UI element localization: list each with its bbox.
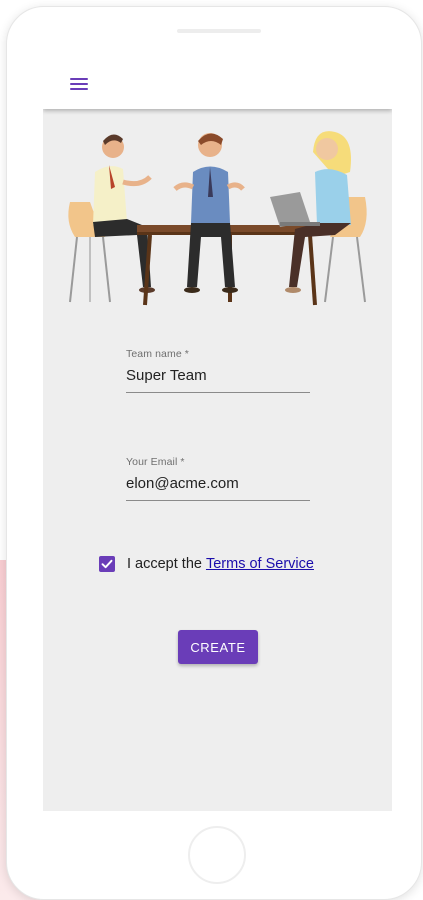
team-name-field[interactable]: Team name * — [126, 347, 310, 393]
app-screen: Team name * Your Email * I accept the Te… — [43, 57, 392, 811]
team-name-label: Team name * — [126, 348, 189, 360]
email-field[interactable]: Your Email * — [126, 455, 310, 501]
terms-of-service-link[interactable]: Terms of Service — [206, 556, 314, 572]
terms-row: I accept the Terms of Service — [99, 554, 314, 574]
create-button[interactable]: CREATE — [178, 630, 258, 664]
email-label: Your Email * — [126, 456, 185, 468]
menu-button[interactable] — [61, 71, 97, 97]
hamburger-menu-icon — [70, 78, 88, 90]
email-input[interactable] — [126, 474, 310, 494]
team-name-input[interactable] — [126, 366, 310, 386]
terms-checkbox[interactable] — [99, 556, 115, 572]
phone-frame: Team name * Your Email * I accept the Te… — [6, 6, 422, 900]
team-meeting-illustration — [68, 131, 367, 306]
email-underline — [126, 500, 310, 501]
phone-home-button[interactable] — [188, 826, 246, 884]
terms-prefix: I accept the — [127, 556, 202, 572]
phone-speaker — [177, 29, 261, 33]
team-name-underline — [126, 392, 310, 393]
app-bar — [43, 57, 392, 109]
middle-person — [173, 133, 245, 293]
checkmark-icon — [101, 559, 113, 569]
